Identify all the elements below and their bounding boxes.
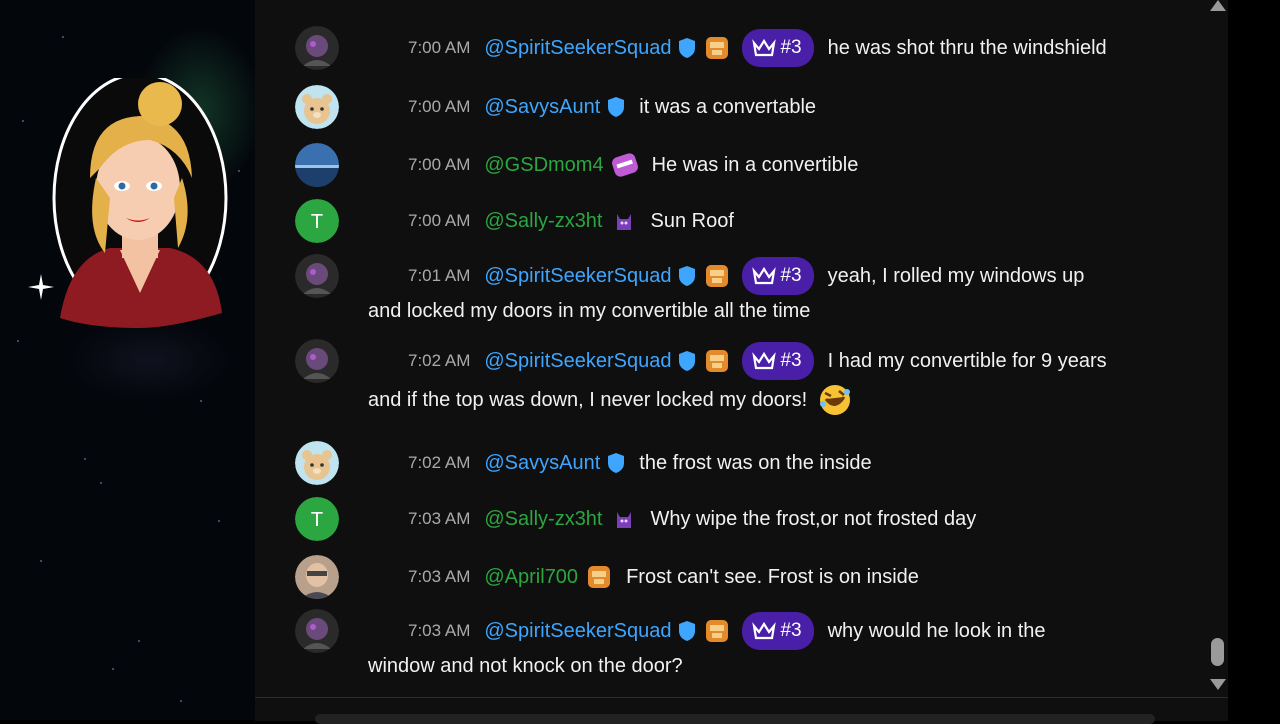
purple-cat-badge-icon [616, 512, 631, 528]
author-avatar[interactable] [295, 441, 339, 485]
message-line: 7:03 AM @April700 Frost can't see. Frost i… [408, 555, 919, 599]
sticker-badge-icon [611, 153, 638, 177]
message-text: why would he look in the [827, 619, 1046, 642]
crown-icon [752, 351, 777, 370]
scroll-up-button[interactable] [1210, 0, 1226, 11]
message-text-continued: and locked my doors in my convertible al… [368, 298, 810, 324]
rank-label: #3 [780, 350, 802, 371]
message-line: 7:03 AM @Sally-zx3ht Why wipe the frost,or… [408, 497, 976, 541]
message-text: Sun Roof [650, 209, 734, 232]
purple-cat-badge-icon [616, 214, 631, 230]
crosshair-cursor-icon [28, 274, 54, 300]
author-avatar[interactable] [295, 339, 339, 383]
verified-shield-icon [679, 38, 696, 58]
member-badge-icon [706, 37, 729, 59]
rank-label: #3 [780, 37, 802, 58]
crown-icon [752, 266, 777, 285]
member-badge-icon [706, 620, 729, 642]
message-line: 7:01 AM @SpiritSeekerSquad #3 yeah, I rolle… [408, 254, 1084, 298]
chat-input-pill[interactable] [315, 714, 1155, 724]
message-timestamp: 7:02 AM [408, 351, 471, 370]
verified-shield-icon [608, 453, 625, 473]
author-avatar[interactable] [295, 555, 339, 599]
author-avatar[interactable] [295, 254, 339, 298]
scroll-down-button[interactable] [1210, 679, 1226, 690]
verified-shield-icon [679, 351, 696, 371]
rank-badge: #3 [742, 612, 814, 650]
message-text: and if the top was down, I never locked … [368, 388, 808, 411]
right-margin [1228, 0, 1280, 720]
message-text-continued: window and not knock on the door? [368, 653, 683, 679]
rank-badge: #3 [742, 342, 814, 380]
member-badge-icon [706, 265, 729, 287]
chat-input-bar [255, 697, 1228, 724]
message-text: Why wipe the frost,or not frosted day [650, 507, 977, 530]
verified-shield-icon [608, 97, 625, 117]
message-line: 7:00 AM @GSDmom4 He was in a convertible [408, 143, 858, 187]
message-text: he was shot thru the windshield [827, 36, 1107, 59]
author-name[interactable]: @SpiritSeekerSquad [484, 620, 671, 643]
message-timestamp: 7:02 AM [408, 453, 471, 472]
rofl-emoji-icon [820, 385, 851, 415]
message-text: and locked my doors in my convertible al… [368, 299, 811, 322]
author-avatar[interactable] [295, 26, 339, 70]
message-text: Frost can't see. Frost is on inside [626, 565, 919, 588]
message-text: yeah, I rolled my windows up [827, 264, 1085, 287]
message-line: 7:03 AM @SpiritSeekerSquad #3 why would he … [408, 609, 1046, 653]
author-name[interactable]: @SpiritSeekerSquad [484, 350, 671, 373]
rank-label: #3 [780, 265, 802, 286]
message-timestamp: 7:00 AM [408, 155, 471, 174]
message-timestamp: 7:03 AM [408, 567, 471, 586]
author-name[interactable]: @SavysAunt [484, 452, 600, 475]
message-text: window and not knock on the door? [368, 654, 683, 677]
author-avatar[interactable]: T [295, 497, 339, 541]
message-text: I had my convertible for 9 years [827, 349, 1107, 372]
author-name[interactable]: @April700 [484, 566, 578, 589]
avatar-letter: T [311, 211, 323, 233]
avatar-letter: T [311, 509, 323, 531]
verified-shield-icon [679, 266, 696, 286]
message-timestamp: 7:00 AM [408, 38, 471, 57]
verified-shield-icon [679, 621, 696, 641]
author-name[interactable]: @SpiritSeekerSquad [484, 37, 671, 60]
message-timestamp: 7:03 AM [408, 509, 471, 528]
message-line: 7:00 AM @Sally-zx3ht Sun Roof [408, 199, 734, 243]
author-avatar[interactable] [295, 609, 339, 653]
message-timestamp: 7:01 AM [408, 266, 471, 285]
message-line: 7:00 AM @SavysAunt it was a convertable [408, 85, 816, 129]
author-avatar[interactable] [295, 143, 339, 187]
message-line: 7:02 AM @SavysAunt the frost was on the in… [408, 441, 872, 485]
streamer-avatar-illustration [52, 78, 228, 328]
message-timestamp: 7:03 AM [408, 621, 471, 640]
author-name[interactable]: @GSDmom4 [484, 154, 603, 177]
author-name[interactable]: @Sally-zx3ht [484, 508, 602, 531]
message-text: He was in a convertible [651, 153, 859, 176]
member-badge-icon [588, 566, 611, 588]
rank-badge: #3 [742, 29, 814, 67]
crown-icon [752, 621, 777, 640]
message-line: 7:02 AM @SpiritSeekerSquad #3 I had my conv… [408, 339, 1107, 383]
author-avatar[interactable] [295, 85, 339, 129]
scrollbar-thumb[interactable] [1211, 638, 1224, 666]
rank-badge: #3 [742, 257, 814, 295]
crown-icon [752, 38, 777, 57]
author-name[interactable]: @Sally-zx3ht [484, 210, 602, 233]
author-name[interactable]: @SpiritSeekerSquad [484, 265, 671, 288]
message-text: it was a convertable [639, 95, 817, 118]
message-line: 7:00 AM @SpiritSeekerSquad #3 he was shot t… [408, 26, 1107, 70]
message-timestamp: 7:00 AM [408, 211, 471, 230]
author-avatar[interactable]: T [295, 199, 339, 243]
message-text: the frost was on the inside [639, 451, 872, 474]
message-text-continued: and if the top was down, I never locked … [368, 385, 853, 415]
rank-label: #3 [780, 620, 802, 641]
member-badge-icon [706, 350, 729, 372]
live-chat-panel[interactable]: 7:00 AM @SpiritSeekerSquad #3 he was shot t… [255, 0, 1228, 697]
message-timestamp: 7:00 AM [408, 97, 471, 116]
author-name[interactable]: @SavysAunt [484, 96, 600, 119]
